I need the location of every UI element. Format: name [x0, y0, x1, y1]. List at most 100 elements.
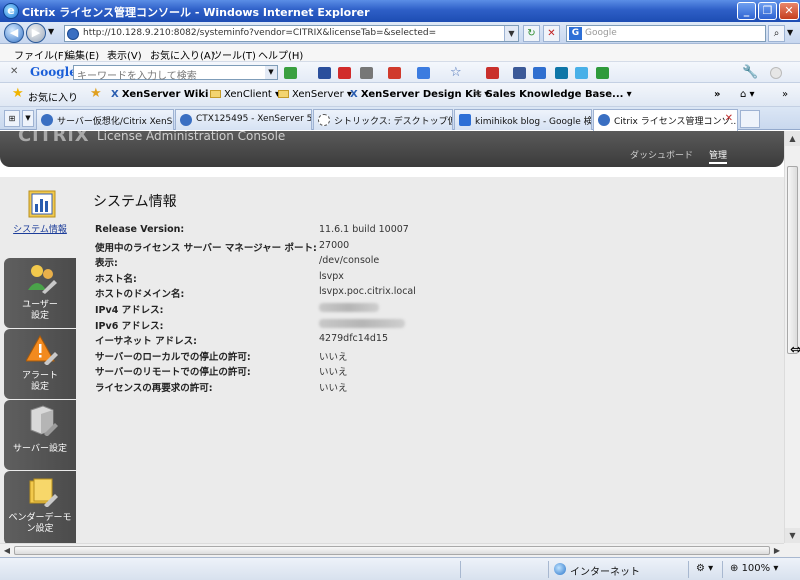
nav-dashboard[interactable]: ダッシュボード: [630, 148, 693, 161]
security-zone-label: インターネット: [570, 567, 640, 578]
home-icon[interactable]: ⌂ ▾: [740, 89, 755, 100]
tab-label: CTX125495 - XenServer 5.6...: [196, 114, 312, 124]
search-options-dropdown[interactable]: ▼: [787, 28, 793, 37]
tab-citrix-xenserver[interactable]: サーバー仮想化/Citrix XenSe...: [36, 109, 174, 130]
server-settings-icon: [30, 405, 58, 436]
back-button[interactable]: ◀: [4, 23, 24, 43]
tab-citrix-desktop[interactable]: シトリックス: デスクトップ仮想...: [313, 109, 453, 130]
row-value: /dev/console: [319, 255, 380, 266]
status-divider: [548, 561, 549, 578]
row-label: IPv4 アドレス:: [95, 305, 164, 316]
minimize-button[interactable]: _: [737, 2, 756, 20]
row-label: ライセンスの再要求の許可:: [95, 383, 213, 394]
search-field[interactable]: G Google: [566, 25, 766, 42]
title-bar: e Citrix ライセンス管理コンソール - Windows Internet…: [0, 0, 800, 22]
zoom-level[interactable]: ⊕ 100% ▾: [730, 563, 778, 574]
search-button[interactable]: ⌕: [768, 25, 785, 42]
zoom-value: 100%: [741, 563, 771, 574]
bookmark-star-icon[interactable]: ☆: [450, 65, 462, 80]
gadget-icon[interactable]: [596, 67, 609, 79]
favorites-button[interactable]: お気に入り: [28, 89, 78, 104]
stop-button[interactable]: ✕: [543, 25, 560, 42]
close-window-button[interactable]: ✕: [779, 2, 799, 20]
recent-pages-dropdown[interactable]: ▼: [48, 27, 54, 36]
horizontal-scroll-thumb[interactable]: [14, 546, 770, 555]
menu-tools[interactable]: ツール(T): [212, 47, 256, 62]
menu-help[interactable]: ヘルプ(H): [258, 47, 303, 62]
tab-google-search[interactable]: kimihikok blog - Google 検索: [454, 109, 592, 130]
youtube-icon[interactable]: [338, 67, 351, 79]
add-favorite-icon[interactable]: ★: [90, 87, 104, 101]
twitter-icon[interactable]: [575, 67, 588, 79]
vertical-scrollbar[interactable]: ▲ ▼: [784, 131, 800, 543]
close-tab-icon[interactable]: ✕: [725, 113, 733, 124]
favorite-link-xenclient[interactable]: XenClient ▾: [210, 89, 280, 100]
row-value: 4279dfc14d15: [319, 333, 388, 344]
wrench-settings-icon[interactable]: 🔧: [742, 65, 758, 80]
sidebar-tab-server-settings[interactable]: サーバー設定: [4, 400, 76, 470]
translate-icon[interactable]: [486, 67, 499, 79]
menu-favorites[interactable]: お気に入り(A): [150, 47, 215, 62]
sidebar-tab-user-settings[interactable]: ユーザー 設定: [4, 258, 76, 328]
favorite-link-xenserver[interactable]: XenServer ▾: [278, 89, 352, 100]
nav-administration[interactable]: 管理: [709, 148, 728, 164]
google-toolbar-search-input[interactable]: キーワードを入力して検索 ▼: [73, 65, 278, 82]
vendor-daemon-icon: [29, 478, 58, 507]
vertical-scroll-thumb[interactable]: [787, 166, 798, 354]
page-favicon-icon: [41, 114, 53, 126]
close-toolbar-icon[interactable]: ✕: [10, 66, 18, 77]
menu-view[interactable]: 表示(V): [107, 47, 142, 62]
more-favorites-button[interactable]: »: [714, 89, 720, 100]
more-tools-button[interactable]: »: [782, 89, 788, 100]
alert-settings-icon: [26, 334, 58, 365]
sidebar-tab-system-info[interactable]: システム情報: [4, 185, 76, 257]
scroll-right-arrow-icon[interactable]: ▶: [770, 544, 784, 557]
scroll-down-arrow-icon[interactable]: ▼: [785, 528, 800, 543]
news-icon[interactable]: [360, 67, 373, 79]
row-value: 27000: [319, 240, 350, 251]
row-label: 使用中のライセンス サーバー マネージャー ポート:: [95, 243, 317, 254]
system-info-icon: [28, 190, 56, 218]
scroll-left-arrow-icon[interactable]: ◀: [0, 544, 14, 557]
favorite-link-sales-kb[interactable]: ✲ Sales Knowledge Base... ▾: [474, 89, 632, 100]
refresh-button[interactable]: ↻: [523, 25, 540, 42]
hatena-bookmark-icon[interactable]: [318, 67, 331, 79]
google-toolbar-dropdown[interactable]: ▼: [265, 66, 277, 79]
favorite-link-xenserver-wiki[interactable]: X XenServer Wiki ▾: [111, 89, 217, 100]
sidebar-label: システム情報: [13, 225, 67, 235]
tab-label: シトリックス: デスクトップ仮想...: [334, 117, 452, 127]
gmail-icon[interactable]: [388, 67, 401, 79]
internet-explorer-icon: e: [3, 3, 19, 19]
console-header: CiTRiX License Administration Console ダッ…: [0, 131, 784, 167]
tab-license-console[interactable]: Citrix ライセンス管理コンソ... ✕: [593, 109, 738, 131]
horizontal-scrollbar[interactable]: ◀ ▶: [0, 543, 784, 557]
linkedin-icon[interactable]: [555, 67, 568, 79]
address-dropdown-button[interactable]: ▼: [504, 26, 518, 41]
sidebar-tab-alert-settings[interactable]: アラート 設定: [4, 329, 76, 399]
tab-ctx125495[interactable]: CTX125495 - XenServer 5.6...: [175, 109, 312, 130]
row-label: ホストのドメイン名:: [95, 289, 185, 300]
sidebar-tab-vendor-daemon[interactable]: ベンダーデーモ ン設定: [4, 471, 76, 543]
quick-tabs-icon[interactable]: ⊞: [4, 110, 20, 127]
favorite-label: XenServer Design Kit: [360, 89, 482, 100]
scrollbar-corner: [784, 543, 800, 557]
address-field[interactable]: http://10.128.9.210:8082/systeminfo?vend…: [64, 25, 519, 42]
tab-bar: ⊞ ▼ サーバー仮想化/Citrix XenSe... CTX125495 - …: [0, 107, 800, 131]
menu-bar: ファイル(F) 編集(E) 表示(V) お気に入り(A) ツール(T) ヘルプ(…: [0, 44, 800, 62]
protected-mode-icon[interactable]: ⚙ ▾: [696, 563, 713, 574]
share-icon[interactable]: [533, 67, 546, 79]
mouse-cursor-icon: ⇔: [790, 342, 800, 358]
tab-list-dropdown[interactable]: ▼: [22, 110, 34, 127]
favorite-link-design-kit[interactable]: X XenServer Design Kit ▾: [350, 89, 489, 100]
menu-file[interactable]: ファイル(F): [14, 47, 68, 62]
add-icon[interactable]: [417, 67, 430, 79]
forward-button[interactable]: ▶: [26, 23, 46, 43]
sign-in-icon[interactable]: [770, 67, 782, 79]
scroll-up-arrow-icon[interactable]: ▲: [785, 131, 800, 146]
new-tab-button[interactable]: [740, 110, 760, 128]
menu-edit[interactable]: 編集(E): [65, 47, 99, 62]
row-label: 表示:: [95, 258, 118, 269]
google-search-go-icon[interactable]: [284, 67, 297, 79]
facebook-icon[interactable]: [513, 67, 526, 79]
maximize-button[interactable]: ❐: [758, 2, 777, 20]
